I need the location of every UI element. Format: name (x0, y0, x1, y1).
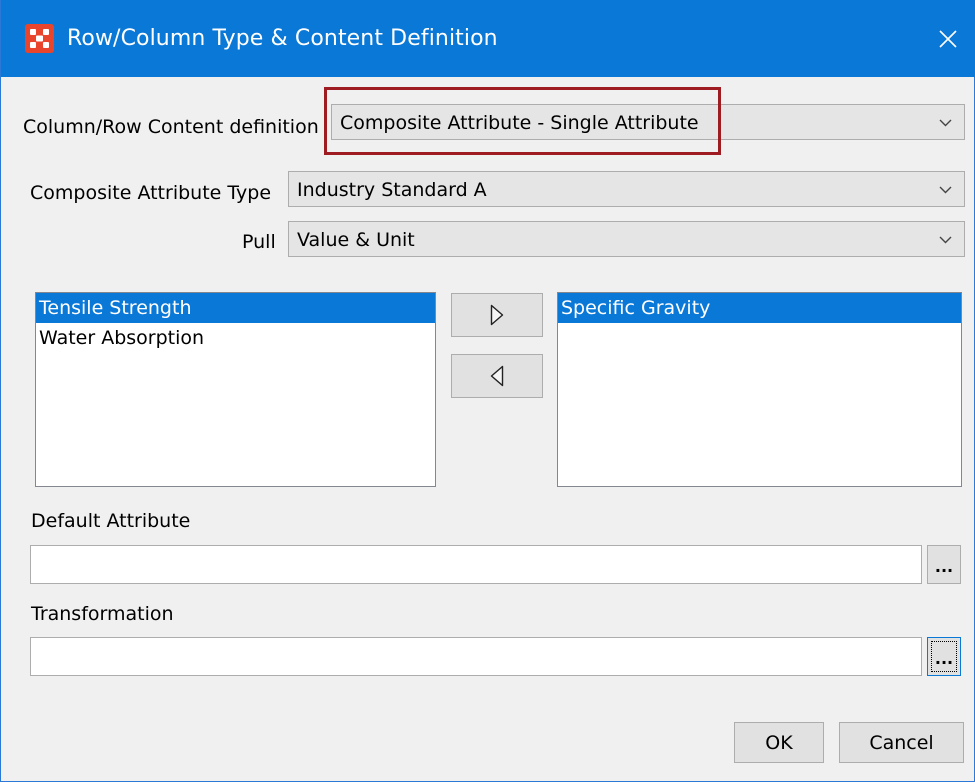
transformation-label: Transformation (31, 603, 174, 625)
selected-attributes-list[interactable]: Specific Gravity (557, 292, 962, 487)
default-attribute-input[interactable] (30, 545, 922, 584)
composite-type-value: Industry Standard A (297, 179, 487, 201)
close-icon (939, 29, 957, 48)
ok-button[interactable]: OK (734, 722, 824, 763)
transformation-input[interactable] (30, 637, 922, 676)
default-attribute-browse-button[interactable]: ... (927, 545, 961, 584)
list-item[interactable]: Specific Gravity (558, 293, 961, 323)
triangle-left-icon (490, 365, 504, 387)
list-item[interactable]: Tensile Strength (36, 293, 435, 323)
app-grid-icon (25, 24, 54, 53)
remove-attribute-button[interactable] (451, 354, 543, 398)
list-item[interactable]: Water Absorption (36, 323, 435, 353)
available-attributes-list[interactable]: Tensile Strength Water Absorption (35, 292, 436, 487)
add-attribute-button[interactable] (451, 293, 543, 337)
content-definition-value: Composite Attribute - Single Attribute (340, 112, 699, 134)
chevron-down-icon (939, 236, 952, 244)
close-button[interactable] (920, 0, 975, 77)
pull-value: Value & Unit (297, 229, 415, 251)
triangle-right-icon (490, 304, 504, 326)
title-bar: Row/Column Type & Content Definition (1, 0, 975, 77)
dialog-window: Row/Column Type & Content Definition Col… (0, 0, 975, 782)
window-title: Row/Column Type & Content Definition (67, 26, 498, 51)
content-definition-label: Column/Row Content definition (23, 116, 319, 138)
chevron-down-icon (939, 119, 952, 127)
pull-label: Pull (242, 231, 276, 253)
default-attribute-label: Default Attribute (31, 510, 191, 532)
chevron-down-icon (939, 186, 952, 194)
cancel-button[interactable]: Cancel (839, 722, 964, 763)
content-definition-dropdown[interactable]: Composite Attribute - Single Attribute (331, 104, 965, 140)
pull-dropdown[interactable]: Value & Unit (288, 221, 965, 257)
composite-type-dropdown[interactable]: Industry Standard A (288, 171, 965, 207)
composite-type-label: Composite Attribute Type (30, 182, 272, 204)
transformation-browse-button[interactable]: ... (927, 637, 961, 676)
